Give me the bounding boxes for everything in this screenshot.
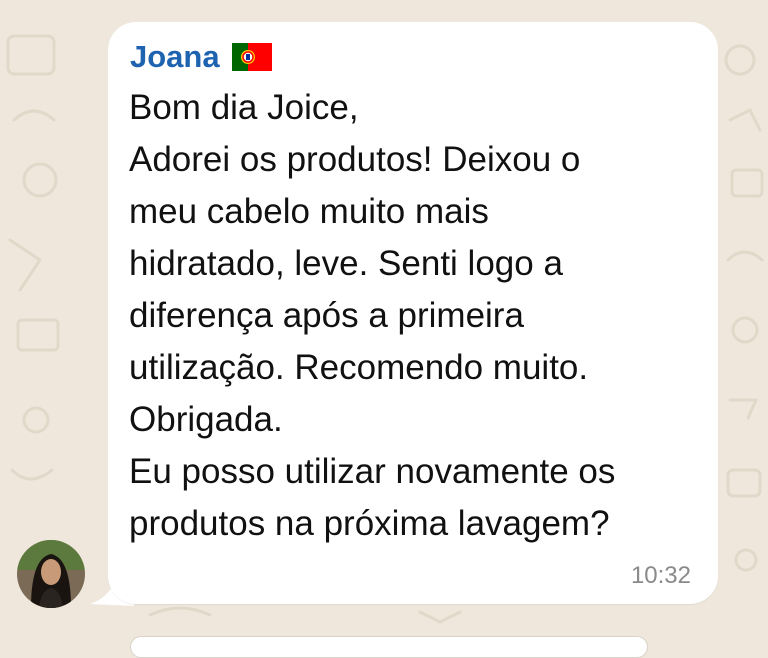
- message-line: hidratado, leve. Senti logo a: [129, 244, 563, 283]
- message-timestamp: 10:32: [630, 562, 691, 589]
- message-line: produtos na próxima lavagem?: [129, 504, 610, 543]
- message-line: Obrigada.: [129, 400, 283, 439]
- message-line: utilização. Recomendo muito.: [129, 348, 589, 387]
- profile-photo-avatar: [17, 540, 85, 608]
- message-input-field[interactable]: [130, 636, 648, 658]
- sender-header: Joana: [130, 37, 272, 77]
- message-line: diferença após a primeira: [129, 296, 524, 335]
- message-line: Adorei os produtos! Deixou o: [129, 140, 581, 179]
- sender-avatar[interactable]: [17, 540, 85, 608]
- portugal-flag-icon: [231, 43, 272, 71]
- sender-name[interactable]: Joana: [130, 37, 220, 77]
- message-line: Eu posso utilizar novamente os: [129, 452, 616, 491]
- message-line: meu cabelo muito mais: [129, 192, 489, 231]
- message-line: Bom dia Joice,: [129, 88, 359, 127]
- message-text: Bom dia Joice, Adorei os produtos! Deixo…: [129, 82, 709, 550]
